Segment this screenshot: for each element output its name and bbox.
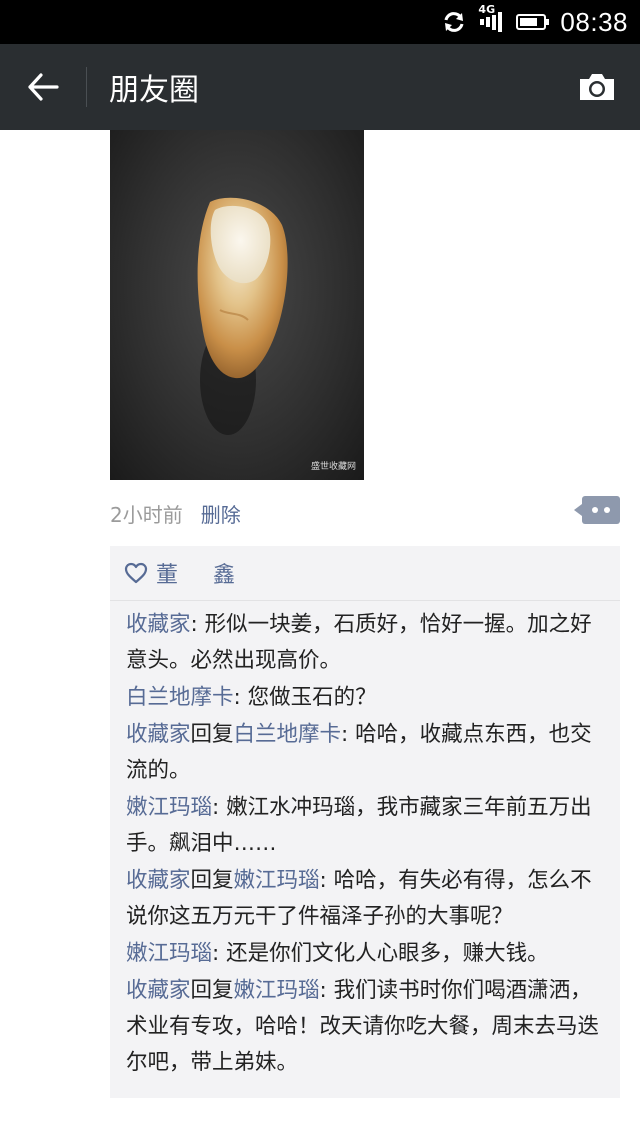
post-photo[interactable]: 盛世收藏网 (110, 130, 364, 480)
page-title: 朋友圈 (109, 73, 199, 108)
reply-word: 回复 (190, 978, 234, 1003)
camera-icon (580, 74, 614, 100)
agate-stone-image (197, 197, 288, 435)
title-bar: 朋友圈 (0, 44, 640, 130)
network-type: 4G (478, 3, 496, 16)
comment-author[interactable]: 收藏家 (126, 868, 191, 893)
comment-text: : 您做玉石的？ (233, 685, 377, 710)
battery-icon (516, 14, 550, 30)
reply-target[interactable]: 白兰地摩卡 (234, 722, 342, 747)
delete-button[interactable]: 删除 (201, 499, 241, 528)
reply-target[interactable]: 嫩江玛瑙 (234, 868, 320, 893)
clock: 08:38 (560, 6, 628, 37)
comment-item[interactable]: 收藏家回复嫩江玛瑙: 哈哈，有失必有得，怎么不说你这五万元干了件福泽子孙的大事呢… (126, 863, 610, 935)
comment-author[interactable]: 嫩江玛瑙 (126, 795, 212, 820)
comment-author[interactable]: 嫩江玛瑙 (126, 941, 212, 966)
post-meta: 2小时前 删除 (110, 496, 620, 528)
comment-item[interactable]: 收藏家回复白兰地摩卡: 哈哈，收藏点东西，也交流的。 (126, 717, 610, 789)
comment-text: : 还是你们文化人心眼多，赚大钱。 (212, 941, 549, 966)
interaction-panel: 董 鑫 收藏家: 形似一块姜，石质好，恰好一握。加之好意头。必然出现高价。 白兰地… (110, 546, 620, 1098)
comment-text: : 形似一块姜，石质好，恰好一握。加之好意头。必然出现高价。 (126, 612, 592, 673)
liker-name[interactable]: 董 鑫 (156, 557, 249, 589)
comment-author[interactable]: 收藏家 (126, 978, 191, 1003)
comment-dot-icon (592, 507, 598, 513)
back-button[interactable] (0, 44, 86, 130)
back-arrow-icon (28, 73, 59, 101)
comment-author[interactable]: 白兰地摩卡 (126, 685, 234, 710)
post-time: 2小时前 (110, 502, 183, 527)
sync-icon (442, 10, 466, 34)
likes-row: 董 鑫 (110, 546, 620, 601)
heart-icon (124, 562, 148, 584)
comment-author[interactable]: 收藏家 (126, 612, 191, 637)
reply-target[interactable]: 嫩江玛瑙 (234, 978, 320, 1003)
reply-word: 回复 (190, 722, 234, 747)
comment-item[interactable]: 嫩江玛瑙: 嫩江水冲玛瑙，我市藏家三年前五万出手。飙泪中…… (126, 790, 610, 862)
comment-item[interactable]: 收藏家回复嫩江玛瑙: 我们读书时你们喝酒潇洒，术业有专攻，哈哈！改天请你吃大餐，… (126, 973, 610, 1081)
camera-button[interactable] (554, 44, 640, 130)
comment-item[interactable]: 白兰地摩卡: 您做玉石的？ (126, 680, 610, 716)
comment-list: 收藏家: 形似一块姜，石质好，恰好一握。加之好意头。必然出现高价。 白兰地摩卡: … (110, 601, 620, 1098)
watermark: 盛世收藏网 (310, 462, 356, 472)
title-divider (86, 67, 87, 107)
comment-item[interactable]: 嫩江玛瑙: 还是你们文化人心眼多，赚大钱。 (126, 936, 610, 972)
signal-icon: 4G (478, 3, 503, 33)
status-bar: 4G 08:38 (0, 0, 640, 44)
comment-button[interactable] (574, 496, 620, 524)
comment-author[interactable]: 收藏家 (126, 722, 191, 747)
comment-item[interactable]: 收藏家: 形似一块姜，石质好，恰好一握。加之好意头。必然出现高价。 (126, 607, 610, 679)
comment-dot-icon (604, 507, 610, 513)
reply-word: 回复 (190, 868, 234, 893)
